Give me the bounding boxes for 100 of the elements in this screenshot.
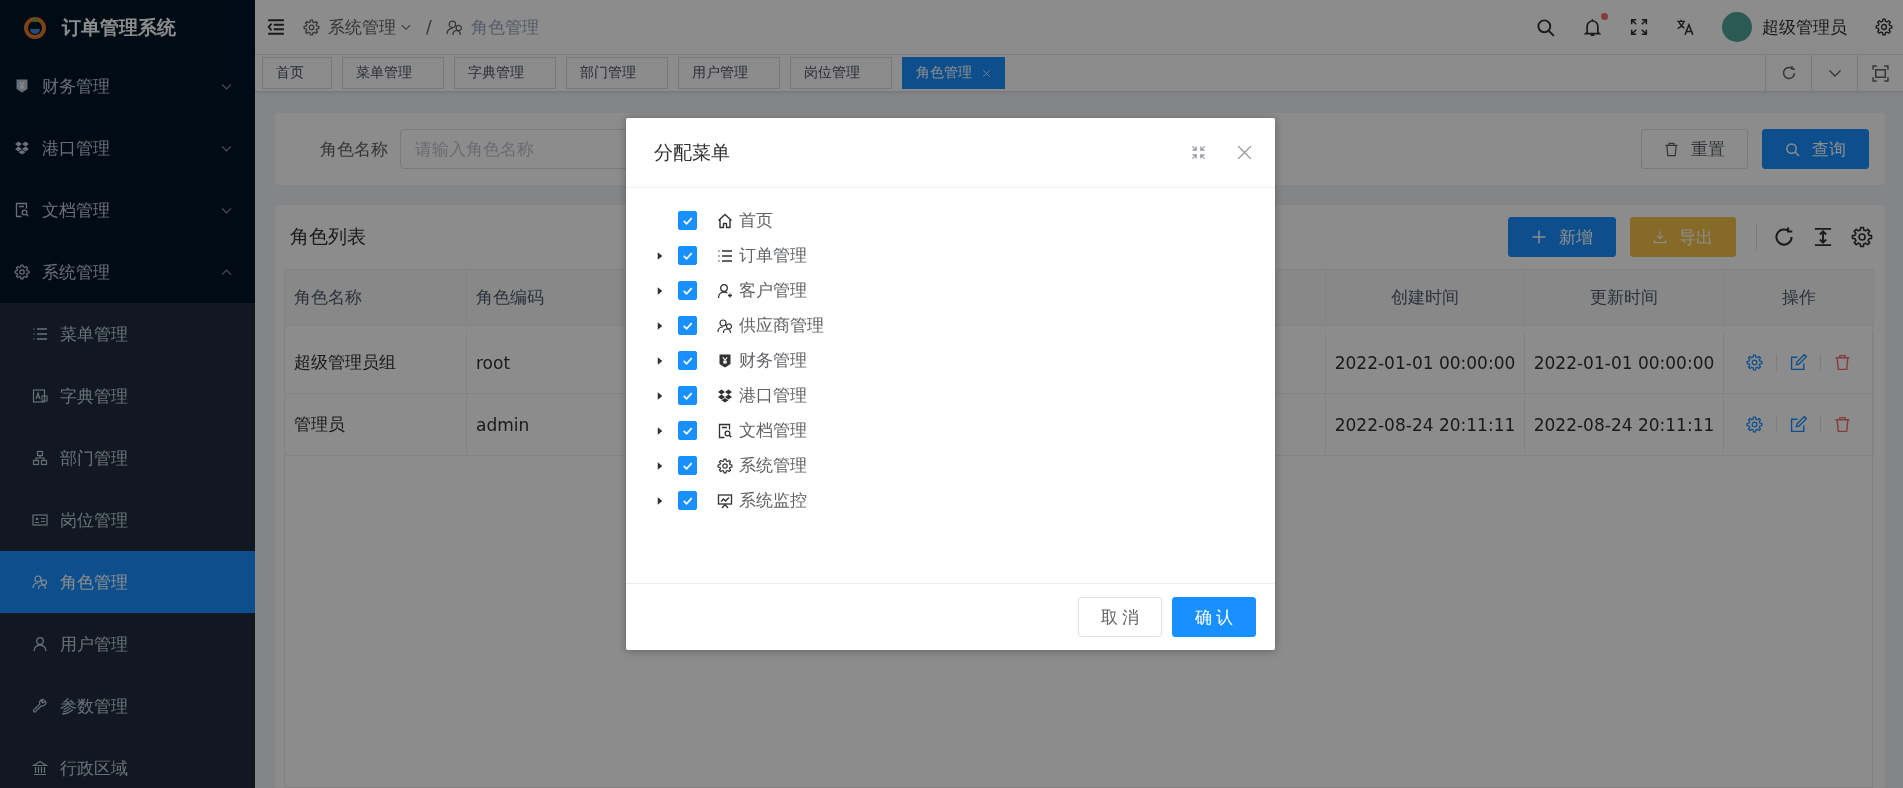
menu-label: 财务管理 bbox=[42, 74, 111, 98]
sidebar-menu-item[interactable]: 系统管理 bbox=[0, 241, 255, 303]
field-label: 角色名称 bbox=[320, 137, 388, 161]
checkbox[interactable] bbox=[678, 491, 697, 510]
confirm-button[interactable]: 确认 bbox=[1172, 597, 1256, 637]
tab[interactable]: 岗位管理 bbox=[790, 57, 892, 89]
tree-label[interactable]: 首页 bbox=[739, 209, 773, 232]
settings-icon bbox=[14, 264, 30, 280]
sidebar-item[interactable]: 字典管理 bbox=[0, 365, 255, 427]
fullscreen-icon[interactable] bbox=[1191, 145, 1206, 160]
table-cell: 超级管理员组 bbox=[285, 332, 467, 394]
sidebar-item[interactable]: 岗位管理 bbox=[0, 489, 255, 551]
settings-icon bbox=[717, 457, 733, 474]
sidebar-item[interactable]: 参数管理 bbox=[0, 675, 255, 737]
tree-label[interactable]: 供应商管理 bbox=[739, 314, 824, 337]
menu-label: 港口管理 bbox=[42, 136, 111, 160]
cancel-button[interactable]: 取消 bbox=[1078, 597, 1162, 637]
trash-icon bbox=[1664, 141, 1679, 157]
document-search-icon bbox=[14, 202, 30, 218]
tree-label[interactable]: 港口管理 bbox=[739, 384, 807, 407]
menu-label: 系统管理 bbox=[42, 260, 111, 284]
document-search-icon bbox=[717, 422, 733, 439]
translate-icon[interactable] bbox=[1676, 18, 1694, 36]
table-title: 角色列表 bbox=[290, 224, 367, 249]
user-icon bbox=[32, 636, 48, 652]
bank-icon bbox=[32, 760, 48, 776]
settings-icon[interactable] bbox=[1875, 18, 1893, 36]
fullscreen-icon[interactable] bbox=[1630, 18, 1648, 36]
tab[interactable]: 用户管理 bbox=[678, 57, 780, 89]
column-header: 创建时间 bbox=[1326, 270, 1525, 326]
checkbox[interactable] bbox=[678, 281, 697, 300]
tree-label[interactable]: 财务管理 bbox=[739, 349, 807, 372]
users-icon bbox=[445, 18, 463, 36]
menu-label: 参数管理 bbox=[60, 694, 128, 718]
checkbox[interactable] bbox=[678, 421, 697, 440]
sidebar-item[interactable]: 用户管理 bbox=[0, 613, 255, 675]
sidebar-item[interactable]: 菜单管理 bbox=[0, 303, 255, 365]
download-icon bbox=[1653, 230, 1667, 244]
tab[interactable]: 部门管理 bbox=[566, 57, 668, 89]
users-icon bbox=[32, 574, 48, 590]
tab[interactable]: 字典管理 bbox=[454, 57, 556, 89]
yen-icon bbox=[14, 78, 30, 94]
users-icon bbox=[717, 317, 733, 334]
tab[interactable]: 首页 bbox=[262, 57, 332, 89]
tab[interactable]: 菜单管理 bbox=[342, 57, 444, 89]
user-name[interactable]: 超级管理员 bbox=[1762, 15, 1847, 39]
search-button[interactable]: 查询 bbox=[1762, 129, 1869, 169]
column-header: 更新时间 bbox=[1525, 270, 1724, 326]
tree-label[interactable]: 系统监控 bbox=[739, 489, 807, 512]
sidebar-item[interactable]: 角色管理 bbox=[0, 551, 255, 613]
boxes-icon bbox=[14, 140, 30, 156]
sidebar-item[interactable]: 部门管理 bbox=[0, 427, 255, 489]
id-card-icon bbox=[32, 512, 48, 528]
monitor-icon bbox=[717, 492, 733, 509]
sidebar-menu-item[interactable]: 财务管理 bbox=[0, 55, 255, 117]
checkbox[interactable] bbox=[678, 351, 697, 370]
sidebar-menu-item[interactable]: 港口管理 bbox=[0, 117, 255, 179]
checkbox[interactable] bbox=[678, 386, 697, 405]
table-cell: 管理员 bbox=[285, 394, 467, 456]
tab[interactable]: 角色管理 bbox=[902, 57, 1005, 89]
tree-label[interactable]: 文档管理 bbox=[739, 419, 807, 442]
search-icon bbox=[1785, 141, 1800, 157]
row-height-icon[interactable] bbox=[1813, 227, 1833, 247]
reset-button[interactable]: 重置 bbox=[1641, 129, 1748, 169]
tree-label[interactable]: 订单管理 bbox=[739, 244, 807, 267]
checkbox[interactable] bbox=[678, 316, 697, 335]
menu-label: 岗位管理 bbox=[60, 508, 128, 532]
menu-label: 菜单管理 bbox=[60, 322, 128, 346]
checkbox[interactable] bbox=[678, 246, 697, 265]
table-cell: 2022-08-24 20:11:11 bbox=[1525, 394, 1724, 456]
plus-icon bbox=[1531, 229, 1547, 245]
bell-icon[interactable] bbox=[1583, 17, 1602, 37]
checkbox[interactable] bbox=[678, 211, 697, 230]
user-add-icon bbox=[717, 282, 733, 299]
column-header: 操作 bbox=[1724, 270, 1874, 326]
sidebar-item[interactable]: 行政区域 bbox=[0, 737, 255, 788]
tree-label[interactable]: 系统管理 bbox=[739, 454, 807, 477]
table-cell: 2022-01-01 00:00:00 bbox=[1525, 332, 1724, 394]
checkbox[interactable] bbox=[678, 456, 697, 475]
sidebar-menu-item[interactable]: 文档管理 bbox=[0, 179, 255, 241]
breadcrumb-item[interactable]: 角色管理 bbox=[470, 15, 539, 39]
avatar[interactable] bbox=[1722, 12, 1752, 42]
menu-label: 部门管理 bbox=[60, 446, 128, 470]
settings-icon bbox=[303, 18, 320, 36]
list-icon bbox=[717, 247, 733, 264]
search-icon[interactable] bbox=[1536, 17, 1555, 37]
menu-label: 用户管理 bbox=[60, 632, 128, 656]
tree-label[interactable]: 客户管理 bbox=[739, 279, 807, 302]
menu-label: 角色管理 bbox=[60, 570, 128, 594]
menu-label: 文档管理 bbox=[42, 198, 111, 222]
settings-icon[interactable] bbox=[1851, 226, 1873, 248]
wrench-icon bbox=[32, 698, 48, 714]
refresh-icon[interactable] bbox=[1773, 226, 1795, 248]
org-chart-icon bbox=[32, 450, 48, 466]
home-icon bbox=[717, 212, 733, 229]
menu-toggle-icon[interactable] bbox=[267, 18, 285, 36]
breadcrumb-separator: / bbox=[426, 17, 432, 37]
breadcrumb-item[interactable]: 系统管理 bbox=[328, 15, 396, 39]
add-button[interactable]: 新增 bbox=[1508, 217, 1616, 257]
close-icon[interactable] bbox=[1236, 144, 1253, 161]
